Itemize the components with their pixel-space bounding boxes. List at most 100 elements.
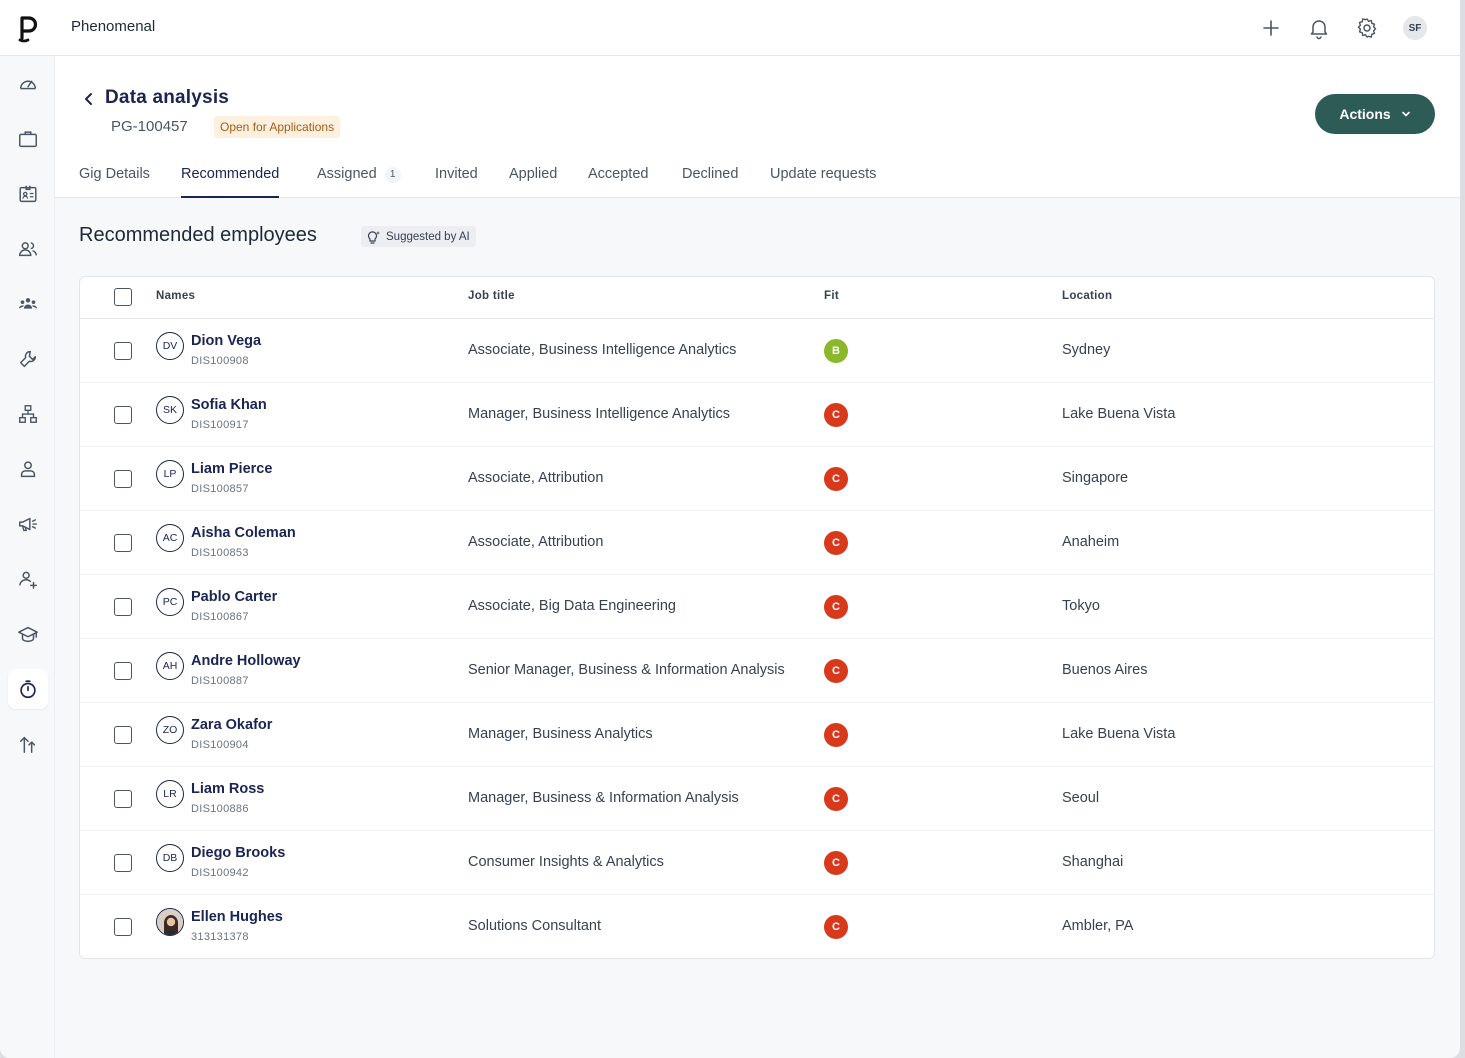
- employee-name[interactable]: Andre Holloway: [191, 653, 301, 669]
- column-header-names[interactable]: Names: [156, 290, 195, 302]
- team-icon: [18, 298, 38, 309]
- fit-grade-badge: C: [824, 723, 848, 747]
- person-icon: [20, 461, 36, 478]
- user-avatar[interactable]: SF: [1403, 16, 1427, 40]
- row-checkbox[interactable]: [114, 726, 132, 744]
- actions-button[interactable]: Actions: [1315, 94, 1435, 134]
- bell-icon[interactable]: [1307, 16, 1331, 40]
- fit-grade-badge: C: [824, 915, 848, 939]
- employee-initials-avatar[interactable]: LP: [156, 460, 184, 488]
- sidebar-item-me[interactable]: [8, 449, 48, 489]
- row-checkbox[interactable]: [114, 406, 132, 424]
- row-checkbox[interactable]: [114, 790, 132, 808]
- gear-icon[interactable]: [1355, 16, 1379, 40]
- fit-grade-badge: C: [824, 595, 848, 619]
- employee-initials-avatar[interactable]: ZO: [156, 716, 184, 744]
- table-row[interactable]: DB Diego Brooks DIS100942 Consumer Insights…: [80, 831, 1434, 895]
- employee-id: DIS100904: [191, 739, 249, 751]
- sidebar-item-dashboard[interactable]: [8, 64, 48, 104]
- employee-initials-avatar[interactable]: AH: [156, 652, 184, 680]
- row-checkbox[interactable]: [114, 534, 132, 552]
- employee-name[interactable]: Diego Brooks: [191, 845, 285, 861]
- sidebar-item-jobs[interactable]: [8, 119, 48, 159]
- location: Shanghai: [1062, 854, 1124, 870]
- row-checkbox[interactable]: [114, 598, 132, 616]
- sidebar-item-career[interactable]: [8, 724, 48, 764]
- table-row[interactable]: ZO Zara Okafor DIS100904 Manager, Business …: [80, 703, 1434, 767]
- job-title: Associate, Business Intelligence Analyti…: [468, 342, 737, 358]
- brand-logo-icon[interactable]: [14, 12, 42, 44]
- fit-grade-badge: C: [824, 851, 848, 875]
- table-row[interactable]: AC Aisha Coleman DIS100853 Associate, Attri…: [80, 511, 1434, 575]
- location: Buenos Aires: [1062, 662, 1148, 678]
- employee-name[interactable]: Aisha Coleman: [191, 525, 296, 541]
- employee-initials-avatar[interactable]: AC: [156, 524, 184, 552]
- section-title: Recommended employees: [79, 224, 317, 246]
- employee-name[interactable]: Sofia Khan: [191, 397, 267, 413]
- table-row[interactable]: LR Liam Ross DIS100886 Manager, Business & …: [80, 767, 1434, 831]
- fit-grade-badge: C: [824, 531, 848, 555]
- row-checkbox[interactable]: [114, 918, 132, 936]
- employee-name[interactable]: Pablo Carter: [191, 589, 277, 605]
- employee-initials-avatar[interactable]: LR: [156, 780, 184, 808]
- employee-initials-avatar[interactable]: DB: [156, 844, 184, 872]
- row-checkbox[interactable]: [114, 342, 132, 360]
- tab-applied[interactable]: Applied: [509, 160, 557, 198]
- job-title: Associate, Attribution: [468, 470, 604, 486]
- job-title: Manager, Business & Information Analysis: [468, 790, 739, 806]
- employee-photo-avatar[interactable]: [156, 908, 184, 936]
- location: Lake Buena Vista: [1062, 726, 1176, 742]
- fit-grade-badge: C: [824, 787, 848, 811]
- fit-grade-badge: C: [824, 659, 848, 683]
- table-row[interactable]: SK Sofia Khan DIS100917 Manager, Business I…: [80, 383, 1434, 447]
- page-title: Data analysis: [105, 87, 230, 108]
- employee-initials-avatar[interactable]: SK: [156, 396, 184, 424]
- tab-invited[interactable]: Invited: [435, 160, 478, 198]
- sidebar-item-teams[interactable]: [8, 284, 48, 324]
- row-checkbox[interactable]: [114, 854, 132, 872]
- employee-initials-avatar[interactable]: PC: [156, 588, 184, 616]
- table-row[interactable]: AH Andre Holloway DIS100887 Senior Manager,…: [80, 639, 1434, 703]
- tab-recommended[interactable]: Recommended: [181, 160, 280, 198]
- sidebar-item-people[interactable]: [8, 229, 48, 269]
- employee-initials-avatar[interactable]: DV: [156, 332, 184, 360]
- table-row[interactable]: Ellen Hughes 313131378 Solutions Consultan…: [80, 895, 1434, 958]
- job-title: Solutions Consultant: [468, 918, 601, 934]
- tab-update-requests[interactable]: Update requests: [770, 160, 876, 198]
- column-header-location[interactable]: Location: [1062, 290, 1112, 302]
- select-all-checkbox[interactable]: [114, 288, 132, 306]
- employee-name[interactable]: Liam Ross: [191, 781, 264, 797]
- back-arrow-icon[interactable]: [81, 90, 97, 108]
- sidebar-item-campaigns[interactable]: [8, 504, 48, 544]
- job-title: Manager, Business Analytics: [468, 726, 653, 742]
- employee-name[interactable]: Zara Okafor: [191, 717, 272, 733]
- sidebar-item-org[interactable]: [8, 394, 48, 434]
- ai-badge-label: Suggested by AI: [386, 230, 470, 243]
- sidebar-item-profiles[interactable]: [8, 174, 48, 214]
- sidebar-item-learning[interactable]: [8, 614, 48, 654]
- sidebar-item-mentors[interactable]: [8, 559, 48, 599]
- employee-name[interactable]: Ellen Hughes: [191, 909, 283, 925]
- row-checkbox[interactable]: [114, 470, 132, 488]
- sidebar-item-gigs[interactable]: [8, 669, 48, 709]
- sidebar-item-tools[interactable]: [8, 339, 48, 379]
- plus-icon[interactable]: [1259, 16, 1283, 40]
- employee-name[interactable]: Dion Vega: [191, 333, 261, 349]
- column-header-job-title[interactable]: Job title: [468, 290, 515, 302]
- sidebar: [0, 56, 55, 1058]
- employee-name[interactable]: Liam Pierce: [191, 461, 272, 477]
- column-header-fit[interactable]: Fit: [824, 290, 839, 302]
- tab-assigned-label: Assigned: [317, 166, 377, 182]
- tab-gig-details[interactable]: Gig Details: [79, 160, 150, 198]
- row-checkbox[interactable]: [114, 662, 132, 680]
- tab-assigned[interactable]: Assigned 1: [317, 160, 401, 198]
- table-row[interactable]: LP Liam Pierce DIS100857 Associate, Attribu…: [80, 447, 1434, 511]
- location: Singapore: [1062, 470, 1129, 486]
- career-path-icon: [19, 736, 36, 753]
- table-row[interactable]: DV Dion Vega DIS100908 Associate, Business …: [80, 319, 1434, 383]
- employee-id: DIS100942: [191, 867, 249, 879]
- tab-declined[interactable]: Declined: [682, 160, 738, 198]
- tab-accepted[interactable]: Accepted: [588, 160, 648, 198]
- top-bar: Phenomenal SF: [0, 0, 1460, 56]
- table-row[interactable]: PC Pablo Carter DIS100867 Associate, Big Da…: [80, 575, 1434, 639]
